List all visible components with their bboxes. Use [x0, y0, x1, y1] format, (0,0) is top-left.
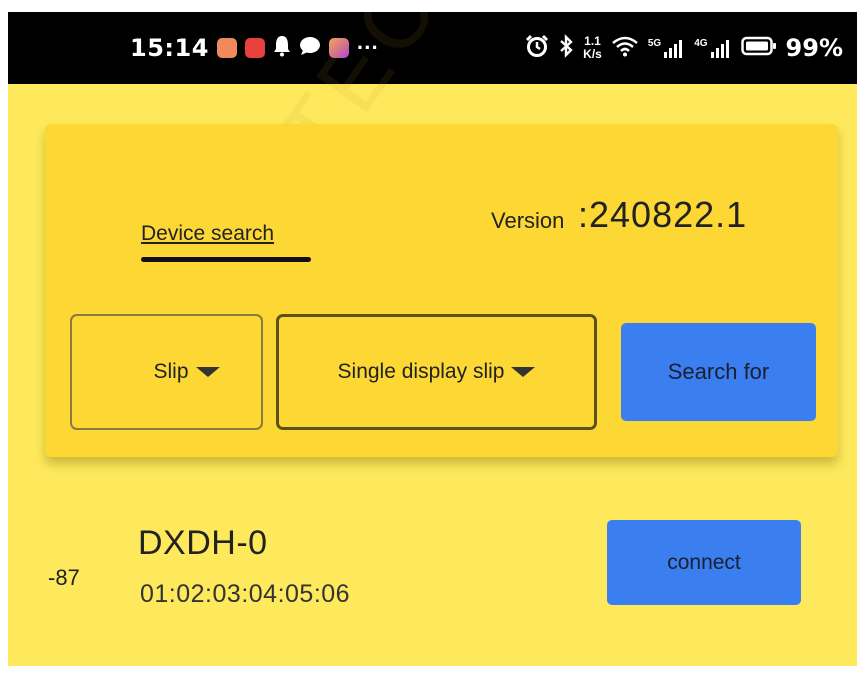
network-speed: 1.1 K/s	[583, 35, 602, 61]
battery-percent: 99%	[785, 34, 843, 62]
tab-indicator	[141, 257, 311, 262]
status-right: 1.1 K/s 5G 4G 99%	[525, 12, 843, 84]
signal-icon: 5G	[648, 38, 685, 58]
app-icon	[244, 38, 265, 58]
battery-icon	[740, 36, 777, 61]
display-mode-dropdown[interactable]: Single display slip	[276, 314, 597, 430]
search-button[interactable]: Search for	[621, 323, 816, 421]
speed-unit: K/s	[583, 47, 602, 61]
clock: 15:14	[130, 34, 209, 62]
search-panel: Device search Version :240822.1 Slip Sin…	[45, 124, 838, 457]
display-mode-value: Single display slip	[337, 360, 505, 383]
signal-icon: 4G	[694, 38, 731, 58]
device-type-dropdown[interactable]: Slip	[70, 314, 263, 430]
media-icon	[328, 38, 349, 58]
device-rssi: -87	[48, 565, 80, 590]
device-mac: 01:02:03:04:05:06	[140, 580, 351, 608]
wifi-icon	[611, 35, 639, 62]
chat-icon	[299, 36, 321, 61]
chevron-down-icon	[195, 367, 220, 377]
browser-icon	[216, 38, 237, 58]
app-screen: 15:14 ··· 1.1 K/s 5G 4G 99% Device searc…	[8, 12, 857, 666]
more-notifications-icon: ···	[356, 35, 379, 60]
status-left: 15:14 ···	[130, 12, 379, 84]
chevron-down-icon	[511, 367, 536, 377]
device-type-value: Slip	[153, 360, 189, 383]
bluetooth-icon	[558, 33, 574, 63]
version-label: Version	[491, 208, 565, 233]
alarm-icon	[525, 34, 549, 63]
device-name: DXDH-0	[138, 524, 268, 562]
bell-icon	[273, 35, 291, 62]
version-value: :240822.1	[578, 194, 748, 235]
tab-device-search[interactable]: Device search	[141, 222, 274, 246]
connect-button[interactable]: connect	[607, 520, 801, 605]
status-bar: 15:14 ··· 1.1 K/s 5G 4G 99%	[8, 12, 857, 84]
